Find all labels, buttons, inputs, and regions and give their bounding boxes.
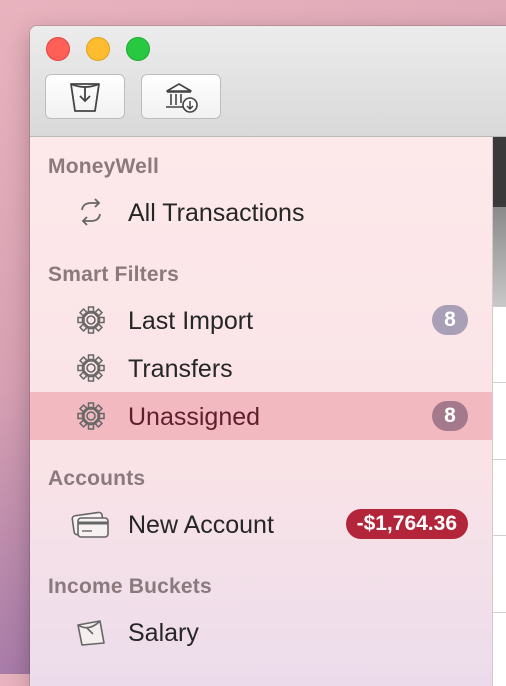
section-header-accounts: Accounts xyxy=(48,467,146,490)
toolbar xyxy=(30,26,506,137)
sidebar-item-label: Last Import xyxy=(128,307,254,335)
section-header-moneywell: MoneyWell xyxy=(48,155,160,178)
import-toolbar-button[interactable] xyxy=(141,74,221,119)
credit-card-icon xyxy=(70,509,112,539)
bank-download-icon xyxy=(166,82,198,113)
sidebar-item-label: Salary xyxy=(128,619,199,647)
row-divider xyxy=(493,459,506,460)
sidebar-item-salary[interactable]: Salary xyxy=(30,608,492,656)
section-header-smart-filters: Smart Filters xyxy=(48,263,179,286)
row-divider xyxy=(493,535,506,536)
bucket-toolbar-button[interactable] xyxy=(45,74,125,119)
row-divider xyxy=(493,382,506,383)
gear-icon xyxy=(76,401,106,431)
zoom-window-button[interactable] xyxy=(126,37,150,61)
pane-header-bar xyxy=(493,137,506,207)
refresh-arrows-icon xyxy=(76,197,106,227)
row-divider xyxy=(493,612,506,613)
sidebar-item-all-transactions[interactable]: All Transactions xyxy=(30,188,492,236)
count-badge: 8 xyxy=(432,305,468,335)
pane-column-header xyxy=(493,207,506,307)
balance-badge: -$1,764.36 xyxy=(345,509,468,539)
sidebar-item-label: New Account xyxy=(128,511,274,539)
source-list-sidebar: MoneyWell All Transactions Smart Filters… xyxy=(30,137,492,686)
income-bucket-icon xyxy=(73,617,109,647)
transactions-pane xyxy=(492,137,506,686)
count-badge: 8 xyxy=(432,401,468,431)
bucket-icon xyxy=(70,82,100,112)
gear-icon xyxy=(76,353,106,383)
sidebar-item-transfers[interactable]: Transfers xyxy=(30,344,492,392)
sidebar-item-new-account[interactable]: New Account -$1,764.36 xyxy=(30,500,492,548)
sidebar-item-label: Unassigned xyxy=(128,403,261,431)
gear-icon xyxy=(76,305,106,335)
close-window-button[interactable] xyxy=(46,37,70,61)
sidebar-item-label: All Transactions xyxy=(128,199,305,227)
sidebar-item-unassigned[interactable]: Unassigned 8 xyxy=(30,392,492,440)
section-header-income-buckets: Income Buckets xyxy=(48,575,212,598)
sidebar-item-label: Transfers xyxy=(128,355,233,383)
app-window: MoneyWell All Transactions Smart Filters… xyxy=(30,26,506,686)
minimize-window-button[interactable] xyxy=(86,37,110,61)
sidebar-item-last-import[interactable]: Last Import 8 xyxy=(30,296,492,344)
